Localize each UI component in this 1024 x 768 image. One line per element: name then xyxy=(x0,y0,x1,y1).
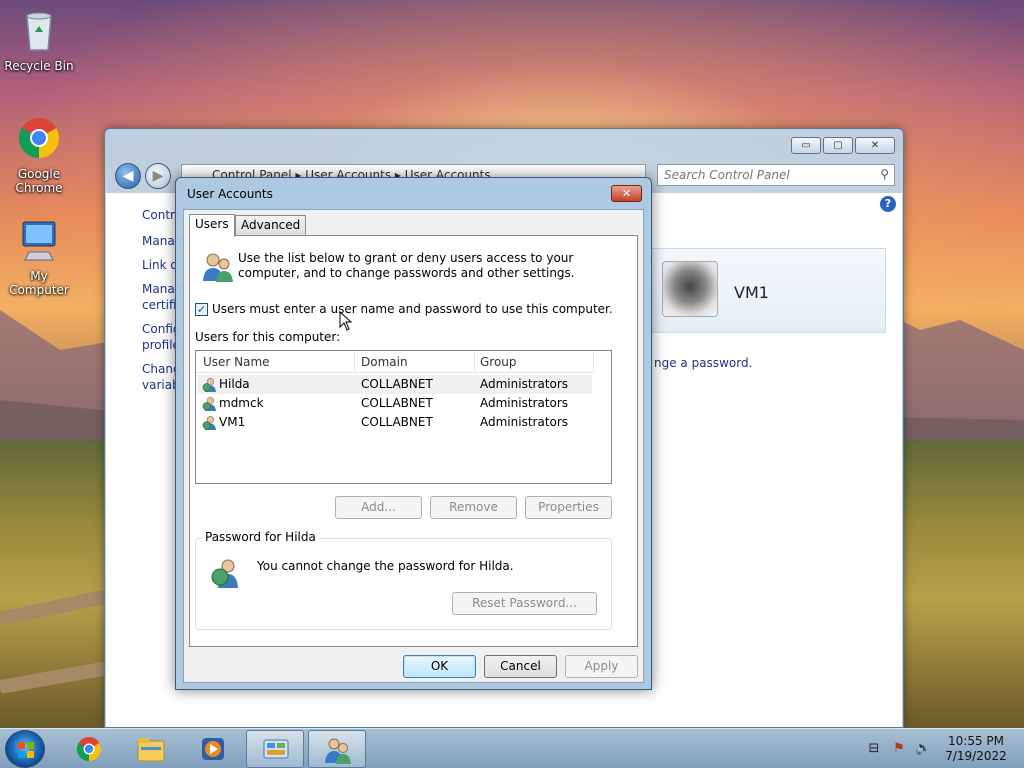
user-account-tile: VM1 xyxy=(651,248,886,333)
password-message: You cannot change the password for Hilda… xyxy=(257,559,514,573)
domain-cell: COLLABNET xyxy=(361,415,433,429)
table-row[interactable]: Hilda COLLABNET Administrators xyxy=(197,375,592,394)
user-accounts-dialog[interactable]: User Accounts ✕ Users Advanced Use the l… xyxy=(175,177,652,690)
media-player-icon xyxy=(202,738,224,760)
close-button[interactable]: ✕ xyxy=(855,137,895,154)
domain-cell: COLLABNET xyxy=(361,377,433,391)
user-icon xyxy=(202,397,217,411)
desktop-icon-google-chrome[interactable]: Google Chrome xyxy=(0,114,78,195)
start-button[interactable] xyxy=(5,730,45,768)
forward-arrow-icon: ▶ xyxy=(152,168,164,184)
dialog-body: Users Advanced Use the list below to gra… xyxy=(183,209,644,683)
group-cell: Administrators xyxy=(480,415,569,429)
group-cell: Administrators xyxy=(480,377,569,391)
users-tab-panel: Use the list below to grant or deny user… xyxy=(189,235,638,647)
minimize-button[interactable]: ▭ xyxy=(791,137,821,154)
table-row[interactable]: VM1 COLLABNET Administrators xyxy=(197,413,592,432)
taskbar: ⊟ ⚑ 🔈 10:55 PM 7/19/2022 xyxy=(0,728,1024,768)
user-name-cell: VM1 xyxy=(219,415,246,429)
user-accounts-icon xyxy=(325,738,351,764)
user-name: VM1 xyxy=(734,283,769,302)
maximize-button[interactable]: ▢ xyxy=(823,137,853,154)
password-group-title: Password for Hilda xyxy=(202,530,319,544)
user-name-cell: Hilda xyxy=(219,377,250,391)
require-login-label[interactable]: Users must enter a user name and passwor… xyxy=(212,302,613,316)
taskbar-media-player[interactable] xyxy=(184,730,242,768)
clock-time: 10:55 PM xyxy=(948,734,1004,748)
taskbar-explorer[interactable] xyxy=(122,730,180,768)
users-list[interactable]: User Name Domain Group Hilda COLLABNET A… xyxy=(195,350,612,484)
table-row[interactable]: mdmck COLLABNET Administrators xyxy=(197,394,592,413)
back-button[interactable]: ◀ xyxy=(115,163,141,189)
help-icon[interactable]: ? xyxy=(880,196,896,212)
explorer-icon xyxy=(137,738,165,762)
user-name-cell: mdmck xyxy=(219,396,264,410)
domain-cell: COLLABNET xyxy=(361,396,433,410)
tab-users[interactable]: Users xyxy=(189,214,235,237)
desktop-icon-label: My Computer xyxy=(9,269,69,297)
user-picture[interactable] xyxy=(662,261,718,317)
password-group: Password for Hilda You cannot change the… xyxy=(195,530,612,630)
column-separator[interactable] xyxy=(474,351,475,373)
add-user-button[interactable]: Add... xyxy=(335,496,422,519)
require-login-checkbox[interactable]: ✓ xyxy=(195,303,208,316)
clock-date: 7/19/2022 xyxy=(945,749,1007,763)
desktop-icon-my-computer[interactable]: My Computer xyxy=(0,216,78,297)
volume-icon[interactable]: 🔈 xyxy=(915,741,931,757)
reset-password-button[interactable]: Reset Password... xyxy=(452,592,597,615)
column-header-domain[interactable]: Domain xyxy=(361,355,408,369)
forward-button[interactable]: ▶ xyxy=(145,163,171,189)
column-separator[interactable] xyxy=(593,351,594,373)
system-clock[interactable]: 10:55 PM 7/19/2022 xyxy=(936,734,1016,764)
ok-button[interactable]: OK xyxy=(403,655,476,678)
window-controls: ▭ ▢ ✕ xyxy=(791,137,895,154)
mouse-cursor-icon xyxy=(339,311,353,331)
user-icon xyxy=(202,378,217,392)
chrome-icon xyxy=(19,118,59,158)
column-separator[interactable] xyxy=(354,351,355,373)
tab-advanced[interactable]: Advanced xyxy=(235,215,307,236)
cancel-button[interactable]: Cancel xyxy=(484,655,557,678)
computer-icon xyxy=(22,221,56,261)
control-panel-icon xyxy=(263,739,289,759)
users-list-label: Users for this computer: xyxy=(195,330,341,344)
user-icon xyxy=(202,416,217,430)
intro-text: Use the list below to grant or deny user… xyxy=(238,251,575,280)
recycle-bin-icon xyxy=(26,12,52,51)
desktop-icon-label: Google Chrome xyxy=(15,167,63,195)
desktop-icon-label: Recycle Bin xyxy=(4,59,74,73)
windows-logo-icon xyxy=(18,742,34,758)
dialog-title: User Accounts xyxy=(187,187,273,201)
search-placeholder: Search Control Panel xyxy=(664,168,790,182)
change-password-link[interactable]: nge a password. xyxy=(654,356,752,370)
network-icon[interactable]: ⊟ xyxy=(866,741,882,757)
remove-user-button[interactable]: Remove xyxy=(430,496,517,519)
column-header-group[interactable]: Group xyxy=(480,355,517,369)
search-input[interactable]: Search Control Panel ⚲ xyxy=(657,164,895,186)
taskbar-control-panel[interactable] xyxy=(246,730,304,768)
list-header: User Name Domain Group xyxy=(196,351,594,373)
search-icon[interactable]: ⚲ xyxy=(880,167,889,181)
group-cell: Administrators xyxy=(480,396,569,410)
users-group-icon xyxy=(203,253,233,282)
properties-button[interactable]: Properties xyxy=(525,496,612,519)
desktop-icon-recycle-bin[interactable]: Recycle Bin xyxy=(0,6,78,73)
taskbar-user-accounts[interactable] xyxy=(308,730,366,768)
action-center-icon[interactable]: ⚑ xyxy=(891,741,907,757)
column-header-user-name[interactable]: User Name xyxy=(203,355,270,369)
apply-button[interactable]: Apply xyxy=(565,655,638,678)
taskbar-chrome[interactable] xyxy=(60,730,118,768)
chrome-icon xyxy=(76,737,102,761)
back-arrow-icon: ◀ xyxy=(122,168,134,184)
user-password-icon xyxy=(211,559,238,588)
dialog-close-button[interactable]: ✕ xyxy=(611,185,642,202)
navigation-buttons: ◀ ▶ xyxy=(115,163,171,189)
